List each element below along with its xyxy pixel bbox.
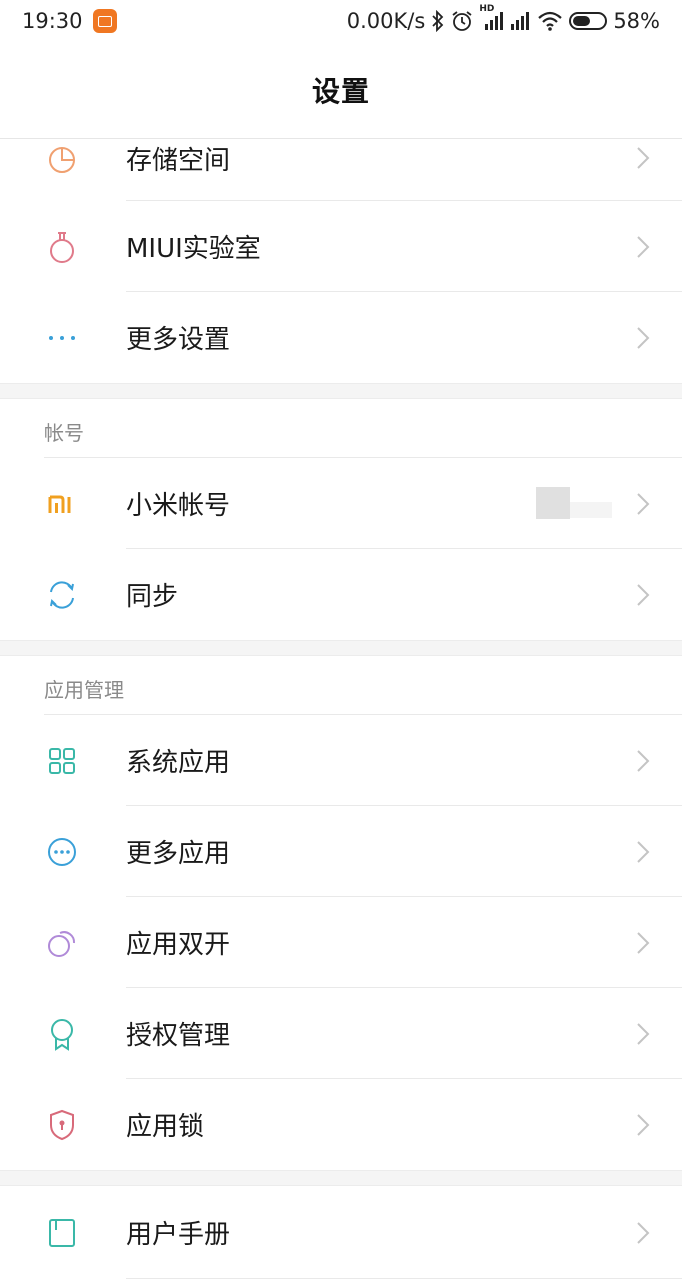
settings-item-app-lock[interactable]: 应用锁 (0, 1079, 682, 1170)
settings-item-label: 存储空间 (126, 146, 231, 176)
settings-item-label: 小米帐号 (126, 491, 231, 521)
settings-item-system-apps[interactable]: 系统应用 (0, 715, 682, 806)
settings-item-user-manual[interactable]: 用户手册 (0, 1186, 682, 1279)
section-gap (0, 383, 682, 399)
settings-item-dual-apps[interactable]: 应用双开 (0, 897, 682, 988)
hd-label: HD (479, 4, 495, 14)
sync-icon (44, 577, 80, 613)
book-icon (44, 1215, 80, 1251)
network-speed: 0.00K/s (346, 9, 426, 33)
account-avatar-placeholder (536, 487, 570, 519)
settings-item-storage[interactable]: 存储空间 (0, 139, 682, 201)
chevron-right-icon (637, 326, 650, 349)
chevron-right-icon (637, 583, 650, 606)
settings-item-label: 应用双开 (126, 930, 231, 960)
flask-icon (44, 229, 80, 265)
chevron-right-icon (637, 1113, 650, 1136)
more-apps-icon (44, 834, 80, 870)
battery-percent: 58% (613, 9, 660, 33)
settings-item-miui-lab[interactable]: MIUI实验室 (0, 201, 682, 292)
section-title: 应用管理 (44, 678, 124, 702)
settings-item-sync[interactable]: 同步 (0, 549, 682, 640)
title-bar: 设置 (0, 42, 682, 139)
page-title: 设置 (311, 75, 370, 108)
chevron-right-icon (637, 931, 650, 954)
badge-icon (44, 1016, 80, 1052)
settings-list[interactable]: 存储空间 MIUI实验室 更多设置 帐号 小米帐号 同步 应用管理 系统应用 更… (0, 139, 682, 1279)
section-header-app-management: 应用管理 (0, 656, 682, 715)
mi-notification-icon (92, 9, 117, 33)
settings-item-label: 更多设置 (126, 325, 231, 355)
storage-pie-icon (44, 142, 80, 178)
settings-item-label: 应用锁 (126, 1112, 205, 1142)
chevron-right-icon (637, 492, 650, 515)
alarm-icon (451, 10, 473, 32)
settings-item-mi-account[interactable]: 小米帐号 (0, 458, 682, 549)
more-dots-icon (44, 320, 80, 356)
settings-item-label: 用户手册 (126, 1220, 231, 1250)
settings-item-permissions[interactable]: 授权管理 (0, 988, 682, 1079)
bluetooth-icon (431, 10, 445, 32)
settings-item-more-settings[interactable]: 更多设置 (0, 292, 682, 383)
shield-lock-icon (44, 1107, 80, 1143)
status-bar: 19:30 0.00K/s HD 58% (0, 0, 682, 42)
section-gap (0, 1170, 682, 1186)
settings-item-label: 更多应用 (126, 839, 231, 869)
hd-signal-icon: HD (479, 4, 504, 32)
section-title: 帐号 (44, 421, 84, 445)
chevron-right-icon (637, 235, 650, 258)
settings-item-label: 系统应用 (126, 748, 231, 778)
chevron-right-icon (637, 1221, 650, 1244)
battery-fill (573, 16, 591, 26)
chevron-right-icon (637, 840, 650, 863)
section-header-account: 帐号 (0, 399, 682, 458)
signal-icon (509, 10, 531, 32)
chevron-right-icon (637, 147, 650, 169)
status-time: 19:30 (22, 9, 83, 33)
account-name-placeholder (570, 502, 612, 518)
section-gap (0, 640, 682, 656)
settings-item-label: 同步 (126, 582, 179, 612)
mi-logo-icon (44, 486, 80, 522)
chevron-right-icon (637, 749, 650, 772)
settings-item-more-apps[interactable]: 更多应用 (0, 806, 682, 897)
settings-item-label: MIUI实验室 (126, 234, 261, 264)
dual-apps-icon (44, 925, 80, 961)
grid-apps-icon (44, 743, 80, 779)
battery-icon (569, 12, 608, 30)
wifi-icon (537, 10, 563, 32)
chevron-right-icon (637, 1022, 650, 1045)
settings-item-label: 授权管理 (126, 1021, 231, 1051)
